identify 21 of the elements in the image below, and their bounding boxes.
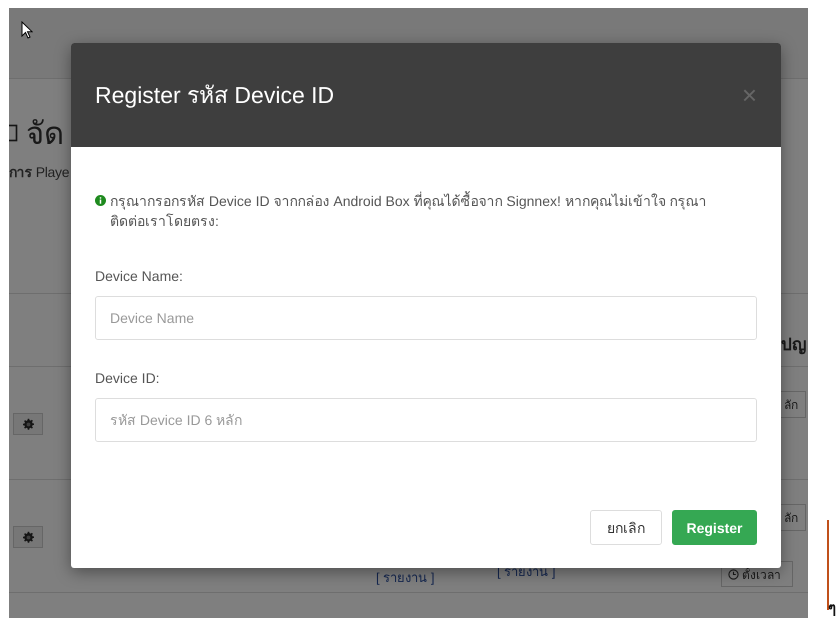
cancel-button[interactable]: ยกเลิก bbox=[590, 510, 662, 545]
cursor-icon bbox=[21, 21, 33, 39]
field-label: Device Name: bbox=[95, 268, 184, 284]
info-icon bbox=[95, 195, 106, 206]
register-button[interactable]: Register bbox=[672, 510, 757, 545]
column-header: ปญ bbox=[781, 334, 806, 356]
report-link[interactable]: [ รายงาน ] bbox=[376, 567, 434, 588]
settings-icon bbox=[22, 418, 34, 430]
page-subtitle: การ Playe bbox=[9, 163, 70, 182]
field-label: Device ID: bbox=[95, 370, 161, 386]
settings-icon bbox=[22, 530, 34, 544]
clock-icon bbox=[728, 568, 739, 580]
settings-button[interactable] bbox=[13, 413, 43, 435]
input-field[interactable]: Device Name bbox=[95, 296, 757, 340]
close-button[interactable]: × bbox=[742, 82, 757, 108]
dialog-title: Register รหัส Device ID bbox=[95, 81, 334, 110]
input-field[interactable]: รหัส Device ID 6 หลัก bbox=[95, 398, 757, 442]
page-title: จัด bbox=[26, 115, 64, 153]
info-text: กรุณากรอกรหัส Device ID จากกล่อง Android Box ที่คุณได้ซื้อจาก Signnex! หากคุณไม่เข้าใจ กรุณาติดต่อเราโดยตรง: bbox=[110, 191, 708, 231]
settings-button[interactable] bbox=[13, 526, 43, 548]
side-text: ๆ bbox=[828, 599, 836, 618]
